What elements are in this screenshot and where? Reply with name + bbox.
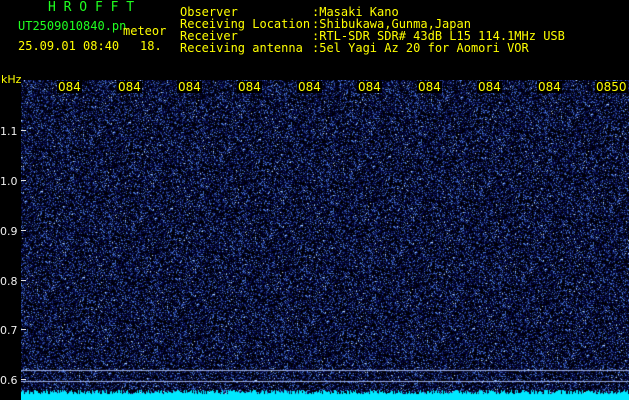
- time-label: 084: [57, 80, 82, 94]
- app-title: H R O F F T: [48, 0, 135, 15]
- y-tick-mark: [21, 180, 26, 181]
- meteor-count: 18.: [140, 39, 162, 53]
- y-tick-mark: [21, 280, 26, 281]
- antenna-label: Receiving antenna: [180, 41, 303, 55]
- y-tick-mark: [21, 230, 26, 231]
- meteor-label: meteor: [123, 24, 167, 38]
- y-tick-mark: [21, 379, 26, 380]
- y-tick-label: 0.6: [0, 374, 18, 387]
- time-label: 084: [477, 80, 502, 94]
- y-tick-label: 1.0: [0, 175, 18, 188]
- time-label: 084: [537, 80, 562, 94]
- y-tick-label: 0.8: [0, 275, 18, 288]
- file-name: UT2509010840.pn: [18, 19, 127, 33]
- time-label: 084: [237, 80, 262, 94]
- time-label: 084: [117, 80, 142, 94]
- spectrogram: [21, 80, 629, 400]
- time-label: 084: [357, 80, 382, 94]
- y-tick-mark: [21, 329, 26, 330]
- time-label: 0850: [595, 80, 628, 94]
- datetime: 25.09.01 08:40: [18, 39, 120, 53]
- y-tick-label: 0.9: [0, 225, 18, 238]
- time-label: 084: [417, 80, 442, 94]
- y-tick-label: 1.1: [0, 125, 18, 138]
- y-tick-mark: [21, 130, 26, 131]
- antenna-value: :5el Yagi Az 20 for Aomori VOR: [312, 41, 529, 55]
- time-label: 084: [177, 80, 202, 94]
- y-axis-unit: kHz: [1, 73, 22, 86]
- y-tick-label: 0.7: [0, 324, 18, 337]
- time-label: 084: [297, 80, 322, 94]
